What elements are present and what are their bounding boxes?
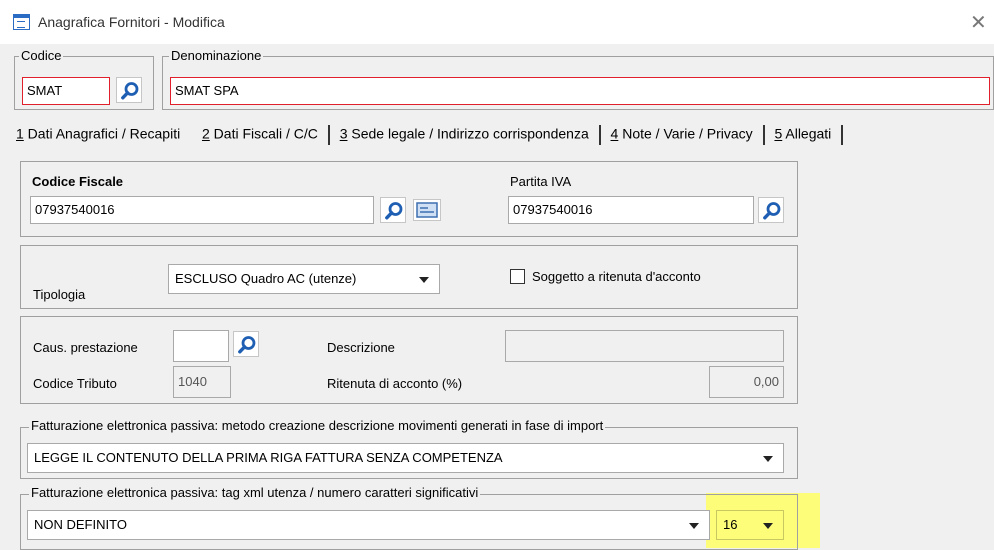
fe-metodo-select[interactable]: LEGGE IL CONTENUTO DELLA PRIMA RIGA FATT…	[27, 443, 784, 473]
tipologia-label: Tipologia	[33, 287, 86, 302]
codice-tributo-label: Codice Tributo	[33, 376, 117, 391]
codice-fiscale-card-button[interactable]	[413, 199, 441, 221]
codice-legend: Codice	[19, 48, 64, 64]
window-title: Anagrafica Fornitori - Modifica	[38, 14, 225, 30]
ritenuta-checkbox[interactable]	[510, 269, 525, 284]
tab-separator	[841, 125, 844, 145]
codice-fiscale-search-button[interactable]	[380, 197, 406, 223]
caus-prestazione-label: Caus. prestazione	[33, 340, 138, 355]
dropdown-arrow-icon	[419, 277, 429, 283]
title-bar: Anagrafica Fornitori - Modifica ✕	[0, 0, 994, 44]
caus-prestazione-input[interactable]	[173, 330, 229, 362]
codice-tributo-input[interactable]: 1040	[173, 366, 231, 398]
tipologia-selected-value: ESCLUSO Quadro AC (utenze)	[175, 271, 357, 286]
caus-prestazione-search-button[interactable]	[233, 331, 259, 357]
descrizione-label: Descrizione	[327, 340, 395, 355]
fe-metodo-selected-value: LEGGE IL CONTENUTO DELLA PRIMA RIGA FATT…	[34, 450, 503, 465]
codice-input[interactable]: SMAT	[22, 77, 110, 105]
dropdown-arrow-icon	[763, 523, 773, 529]
caratteri-selected-value: 16	[723, 517, 738, 532]
partita-iva-label: Partita IVA	[510, 174, 572, 189]
search-icon	[238, 336, 256, 354]
tab-separator	[762, 125, 765, 145]
search-icon	[121, 82, 139, 100]
denominazione-legend: Denominazione	[169, 48, 264, 64]
search-icon	[763, 202, 781, 220]
fe-metodo-legend: Fatturazione elettronica passiva: metodo…	[29, 418, 606, 434]
partita-iva-search-button[interactable]	[758, 197, 784, 223]
tab-note-varie[interactable]: 4 Note / Varie / Privacy	[611, 126, 753, 142]
tab-separator	[598, 125, 601, 145]
ritenuta-checkbox-label: Soggetto a ritenuta d'acconto	[532, 269, 701, 284]
tab-dati-fiscali[interactable]: 2 Dati Fiscali / C/C	[202, 126, 318, 142]
fe-tag-selected-value: NON DEFINITO	[34, 517, 127, 532]
dropdown-arrow-icon	[763, 456, 773, 462]
card-icon	[416, 202, 438, 218]
app-window-icon	[13, 14, 30, 30]
codice-search-button[interactable]	[116, 77, 142, 103]
tab-separator	[327, 125, 330, 145]
tipologia-select[interactable]: ESCLUSO Quadro AC (utenze)	[168, 264, 440, 294]
denominazione-input[interactable]: SMAT SPA	[170, 77, 990, 105]
tab-dati-anagrafici[interactable]: 1 Dati Anagrafici / Recapiti	[16, 126, 180, 142]
tab-allegati[interactable]: 5 Allegati	[774, 126, 831, 142]
partita-iva-input[interactable]: 07937540016	[508, 196, 754, 224]
fe-tag-select[interactable]: NON DEFINITO	[27, 510, 710, 540]
ritenuta-acconto-label: Ritenuta di acconto (%)	[327, 376, 463, 391]
codice-fiscale-input[interactable]: 07937540016	[30, 196, 374, 224]
tab-strip: 1 Dati Anagrafici / Recapiti 2 Dati Fisc…	[16, 125, 849, 145]
caratteri-select[interactable]: 16	[716, 510, 784, 540]
codice-fiscale-label: Codice Fiscale	[32, 174, 124, 189]
close-icon[interactable]: ✕	[970, 10, 987, 35]
ritenuta-acconto-input[interactable]: 0,00	[709, 366, 784, 398]
fe-tag-legend: Fatturazione elettronica passiva: tag xm…	[29, 485, 481, 501]
tab-sede-legale[interactable]: 3 Sede legale / Indirizzo corrispondenza	[340, 126, 589, 142]
descrizione-input[interactable]	[505, 330, 784, 362]
dropdown-arrow-icon	[689, 523, 699, 529]
search-icon	[385, 202, 403, 220]
